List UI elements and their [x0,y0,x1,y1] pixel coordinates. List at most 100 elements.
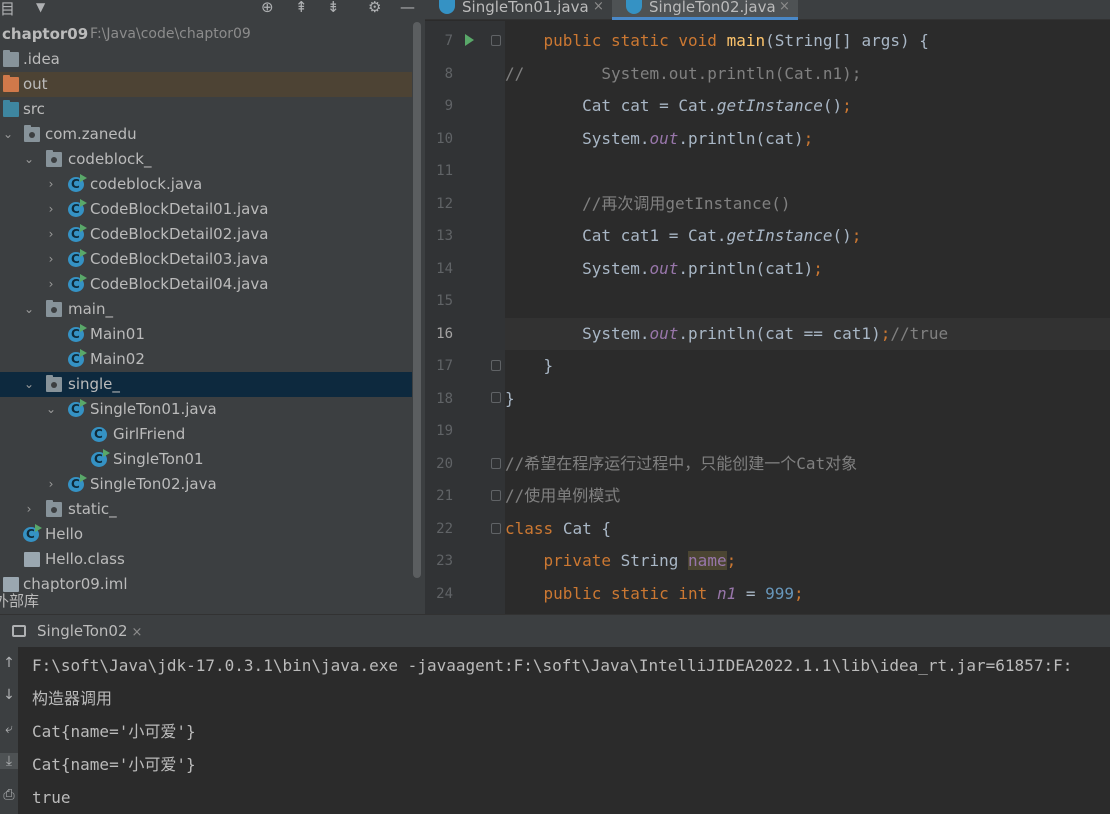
chevron-right-icon[interactable]: › [44,247,58,272]
close-icon[interactable]: × [132,625,143,640]
java-class-icon [68,247,87,272]
line-number: 15 [436,293,453,309]
tree-node-girlfriend[interactable]: GirlFriend [0,422,412,447]
tree-node-label: CodeBlockDetail02.java [90,225,269,243]
chevron-right-icon[interactable]: › [44,197,58,222]
java-class-icon [68,347,87,372]
scroll-down-icon[interactable]: ↓ [0,687,18,703]
code-editor[interactable]: public static void main(String[] args) {… [505,21,1110,614]
tree-node-single[interactable]: ⌄ single_ [0,372,412,397]
code-token: ; [794,584,804,603]
line-number: 22 [436,521,453,537]
code-token: getInstance [716,96,823,115]
code-token: ; [842,96,852,115]
fold-icon[interactable] [491,392,501,403]
collapse-all-icon[interactable]: ⇟ [327,0,340,16]
tree-node-label: static_ [68,500,117,518]
tree-node-out[interactable]: out [0,72,412,97]
tree-node-codeblock-java[interactable]: › codeblock.java [0,172,412,197]
line-number: 14 [436,261,453,277]
code-line: //再次调用getInstance() [505,188,1110,220]
tree-node-singleton02-java[interactable]: › SingleTon02.java [0,472,412,497]
line-number: 23 [436,553,453,569]
code-token: .println(cat) [678,129,804,148]
chevron-right-icon[interactable]: › [22,497,36,522]
run-side-toolbar: ↑ ↓ ⤶ ⤓ ⎙ [0,647,18,814]
chevron-right-icon[interactable]: › [44,272,58,297]
chevron-right-icon[interactable]: › [44,472,58,497]
chevron-down-icon[interactable]: ⌄ [22,372,36,397]
scroll-to-end-icon[interactable]: ⤓ [0,753,18,769]
code-line-current: System.out.println(cat == cat1);//true [505,318,1110,350]
line-number: 12 [436,196,453,212]
tree-node-src[interactable]: src [0,97,412,122]
gear-icon[interactable]: ⚙ [368,0,381,16]
close-icon[interactable]: × [593,0,604,14]
tree-node-main02[interactable]: Main02 [0,347,412,372]
tree-node-label: com.zanedu [45,125,137,143]
tree-node-main[interactable]: ⌄ main_ [0,297,412,322]
tree-node-chaptor09-iml[interactable]: chaptor09.iml [0,572,412,597]
tab-singleton02[interactable]: SingleTon02.java × [612,0,798,20]
code-token: static [610,31,669,50]
chevron-down-icon[interactable]: ▼ [36,0,45,14]
tree-node-singleton01[interactable]: SingleTon01 [0,447,412,472]
code-token: out [649,324,679,343]
tree-node-idea[interactable]: .idea [0,47,412,72]
code-token: ; [726,551,737,570]
tree-node-static[interactable]: › static_ [0,497,412,522]
run-tool-window: SingleTon02 × ↑ ↓ ⤶ ⤓ ⎙ F:\soft\Java\jdk-… [0,614,1110,814]
console-output[interactable]: F:\soft\Java\jdk-17.0.3.1\bin\java.exe -… [32,649,1110,814]
code-line: public static int n1 = 999; [505,578,1110,610]
tree-node-label: GirlFriend [113,425,186,443]
chevron-down-icon[interactable]: ⌄ [44,397,58,422]
chevron-down-icon[interactable]: ⌄ [1,122,15,147]
fold-icon[interactable] [491,490,501,501]
fold-icon[interactable] [491,35,501,46]
run-tab[interactable]: SingleTon02 × [0,615,150,647]
tree-node-external-libraries[interactable]: 外部库 [0,592,412,614]
tree-node-hello[interactable]: Hello [0,522,412,547]
tree-node-label: 外部库 [0,592,40,610]
console-line: F:\soft\Java\jdk-17.0.3.1\bin\java.exe -… [32,656,1073,675]
tree-node-main01[interactable]: Main01 [0,322,412,347]
expand-all-icon[interactable]: ⇞ [295,0,308,16]
tree-node-codeblockdetail01[interactable]: › CodeBlockDetail01.java [0,197,412,222]
close-icon[interactable]: × [779,0,790,14]
fold-icon[interactable] [491,458,501,469]
minimize-icon[interactable]: — [400,0,415,16]
soft-wrap-icon[interactable]: ⤶ [0,721,18,737]
fold-icon[interactable] [491,360,501,371]
chevron-down-icon[interactable]: ⌄ [22,297,36,322]
fold-icon[interactable] [491,523,501,534]
rerun-icon[interactable]: ↑ [0,655,18,671]
java-class-icon [91,447,110,472]
tree-node-singleton01-java[interactable]: ⌄ SingleTon01.java [0,397,412,422]
package-icon [46,150,62,167]
run-gutter-icon[interactable] [465,34,474,46]
project-scrollbar[interactable] [413,22,421,578]
line-number: 24 [436,586,453,602]
package-icon [46,375,62,392]
tree-node-codeblockdetail04[interactable]: › CodeBlockDetail04.java [0,272,412,297]
code-token: //希望在程序运行过程中，只能创建一个Cat对象 [505,454,858,473]
code-token: } [505,389,515,408]
java-class-icon [23,522,42,547]
print-icon[interactable]: ⎙ [0,787,18,803]
tree-node-codeblockdetail02[interactable]: › CodeBlockDetail02.java [0,222,412,247]
chevron-right-icon[interactable]: › [44,222,58,247]
chevron-right-icon[interactable]: › [44,172,58,197]
code-token: ; [880,324,891,343]
tree-node-codeblock[interactable]: ⌄ codeblock_ [0,147,412,172]
chevron-down-icon[interactable]: ⌄ [22,147,36,172]
tab-singleton01[interactable]: SingleTon01.java × [425,0,610,20]
tree-node-chaptor09[interactable]: chaptor09 F:\Java\code\chaptor09 [0,22,412,47]
tree-node-hello-class[interactable]: Hello.class [0,547,412,572]
project-toolbar: 目 ▼ ⊕ ⇞ ⇟ ⚙ — [0,0,425,18]
java-class-icon [68,222,87,247]
tree-node-label: Hello [45,525,84,543]
tree-node-com-zanedu[interactable]: ⌄ com.zanedu [0,122,412,147]
target-icon[interactable]: ⊕ [261,0,274,16]
current-line-number: 16 [436,326,453,342]
tree-node-codeblockdetail03[interactable]: › CodeBlockDetail03.java [0,247,412,272]
